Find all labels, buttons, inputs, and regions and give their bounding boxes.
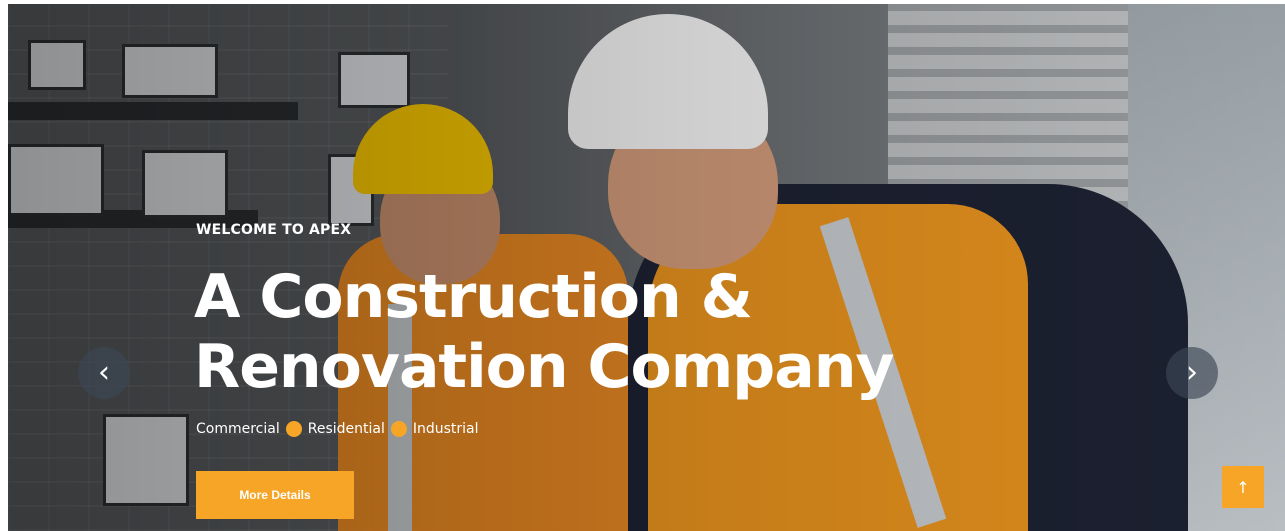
hero-headline: A Construction & Renovation Company (194, 262, 895, 402)
bullet-dot-icon (390, 421, 407, 437)
bullet-dot-icon (285, 421, 302, 437)
tagline-item-industrial: Industrial (412, 421, 479, 437)
chevron-left-icon: ‹ (98, 355, 110, 390)
tagline-item-commercial: Commercial (196, 421, 280, 437)
slider-prev-button[interactable]: ‹ (78, 347, 130, 399)
arrow-up-icon: ↑ (1236, 477, 1250, 497)
hero-slider: WELCOME TO APEX A Construction & Renovat… (8, 4, 1285, 531)
chevron-right-icon: › (1186, 355, 1198, 390)
tagline-item-residential: Residential (307, 421, 385, 437)
back-to-top-button[interactable]: ↑ (1222, 466, 1264, 508)
hero-eyebrow: WELCOME TO APEX (196, 222, 352, 238)
slider-next-button[interactable]: › (1166, 347, 1218, 399)
more-details-button[interactable]: More Details (196, 471, 354, 519)
hero-tagline: Commercial Residential Industrial (196, 421, 479, 437)
